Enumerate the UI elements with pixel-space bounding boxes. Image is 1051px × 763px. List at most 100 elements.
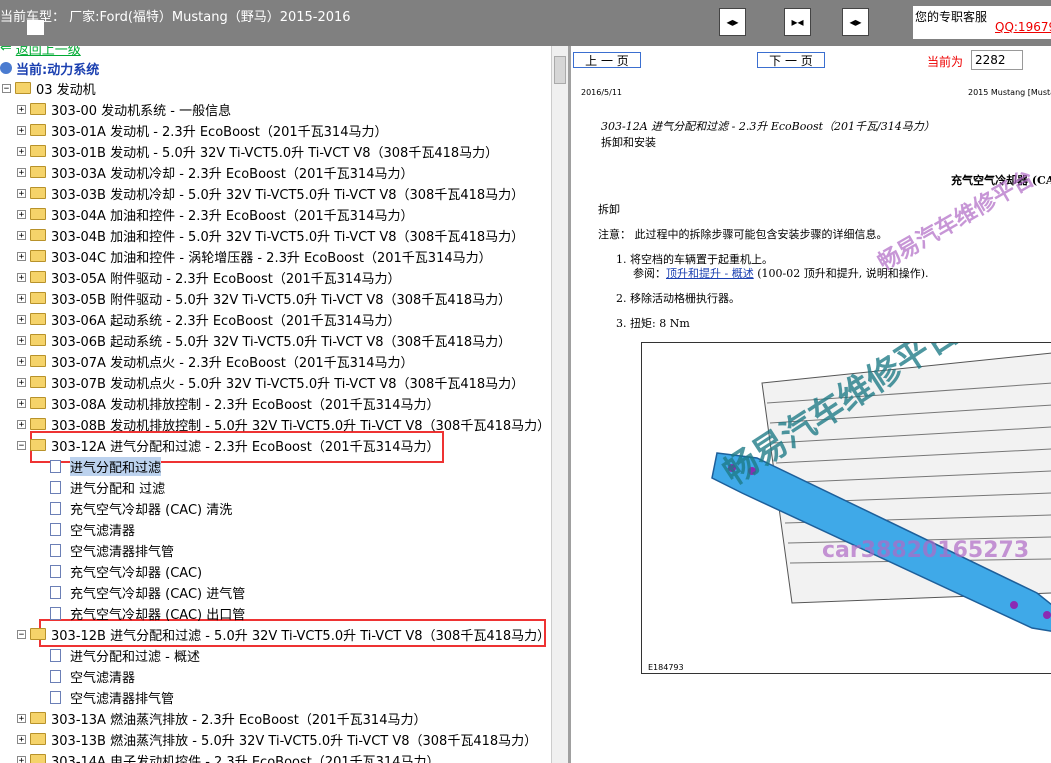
expand-toggle-icon[interactable]: + [17, 314, 26, 324]
expand-button[interactable]: ◂▸ [842, 8, 869, 36]
back-row[interactable]: ⇐ 返回上一级 [0, 46, 81, 58]
collapse-toggle-icon[interactable]: − [17, 440, 26, 450]
current-system-label: 当前:动力系统 [16, 62, 100, 78]
expand-toggle-icon[interactable]: + [17, 272, 26, 282]
folder-open-icon [30, 439, 46, 451]
folder-icon [30, 229, 46, 241]
document-icon [50, 501, 61, 515]
tree-leaf-item[interactable]: 空气滤清器 [50, 666, 135, 686]
expand-toggle-icon[interactable]: + [17, 335, 26, 345]
tree-leaf-item[interactable]: 充气空气冷却器 (CAC) 清洗 [50, 498, 232, 518]
expand-toggle-icon[interactable]: + [17, 125, 26, 135]
expand-toggle-icon[interactable]: + [17, 713, 26, 723]
watermark-sub: car38820165273 [822, 538, 1030, 563]
folder-icon [30, 313, 46, 325]
expand-toggle-icon[interactable]: + [17, 398, 26, 408]
step-1-reference-suffix: (100-02 顶升和提升, 说明和操作). [753, 267, 929, 280]
tree-item[interactable]: +303-01A 发动机 - 2.3升 EcoBoost（201千瓦314马力） [17, 120, 387, 140]
customer-service-box: 您的专职客服 QQ:19679 [913, 6, 1051, 39]
prev-page-button[interactable]: 上 一 页 [573, 52, 641, 68]
expand-toggle-icon[interactable]: + [17, 755, 26, 763]
scrollbar-thumb[interactable] [554, 56, 566, 84]
page-number-input[interactable] [971, 50, 1023, 70]
tree-leaf-label: 进气分配和 过滤 [70, 481, 166, 497]
section-title: 303-12A 进气分配和过滤 - 2.3升 EcoBoost（201千瓦/31… [601, 120, 935, 133]
expand-toggle-icon[interactable]: + [17, 251, 26, 261]
tree-item[interactable]: +303-04B 加油和控件 - 5.0升 32V Ti-VCT5.0升 Ti-… [17, 225, 524, 245]
tree-item[interactable]: +303-00 发动机系统 - 一般信息 [17, 99, 231, 119]
tree-scrollbar[interactable] [551, 46, 569, 763]
expand-toggle-icon[interactable]: + [17, 734, 26, 744]
expand-toggle-icon[interactable]: + [17, 167, 26, 177]
document-icon [50, 459, 61, 473]
tree-item[interactable]: +303-14A 电子发动机控件 - 2.3升 EcoBoost（201千瓦31… [17, 750, 439, 763]
expand-toggle-icon[interactable]: + [17, 146, 26, 156]
tree-item[interactable]: +303-13A 燃油蒸汽排放 - 2.3升 EcoBoost（201千瓦314… [17, 708, 426, 728]
tree-item[interactable]: − 303-12A 进气分配和过滤 - 2.3升 EcoBoost（201千瓦31… [17, 435, 439, 455]
back-link[interactable]: 返回上一级 [16, 46, 81, 58]
tree-item[interactable]: +303-08A 发动机排放控制 - 2.3升 EcoBoost（201千瓦31… [17, 393, 439, 413]
tree-item[interactable]: +303-03B 发动机冷却 - 5.0升 32V Ti-VCT5.0升 Ti-… [17, 183, 524, 203]
tree-item[interactable]: +303-06B 起动系统 - 5.0升 32V Ti-VCT5.0升 Ti-V… [17, 330, 511, 350]
tree-item-label: 303-04B 加油和控件 - 5.0升 32V Ti-VCT5.0升 Ti-V… [51, 229, 525, 245]
step-1-reference-prefix: 参阅： [633, 267, 666, 280]
tree-item[interactable]: +303-07A 发动机点火 - 2.3升 EcoBoost（201千瓦314马… [17, 351, 413, 371]
tree-item-label: 303-01A 发动机 - 2.3升 EcoBoost（201千瓦314马力） [51, 124, 388, 140]
tree-item[interactable]: +303-08B 发动机排放控制 - 5.0升 32V Ti-VCT5.0升 T… [17, 414, 550, 434]
folder-icon [30, 355, 46, 367]
folder-icon [30, 397, 46, 409]
expand-toggle-icon[interactable]: + [17, 356, 26, 366]
tree-leaf-item[interactable]: 充气空气冷却器 (CAC) 出口管 [50, 603, 245, 623]
tree-leaf-item[interactable]: 充气空气冷却器 (CAC) 进气管 [50, 582, 245, 602]
collapse-button[interactable]: ▸◂ [784, 8, 811, 36]
expand-toggle-icon[interactable]: + [17, 419, 26, 429]
step-1-reference-link[interactable]: 顶升和提升 - 概述 [666, 267, 754, 280]
tree-item-label: 303-00 发动机系统 - 一般信息 [51, 103, 232, 119]
tree-item-12b[interactable]: − 303-12B 进气分配和过滤 - 5.0升 32V Ti-VCT5.0升 T… [17, 624, 550, 644]
expand-toggle-icon[interactable]: + [17, 230, 26, 240]
tree-leaf-label: 充气空气冷却器 (CAC) 进气管 [70, 586, 246, 602]
tree-item[interactable]: +303-05A 附件驱动 - 2.3升 EcoBoost（201千瓦314马力… [17, 267, 400, 287]
document-navbar: 上 一 页 下 一 页 当前为 [571, 46, 1051, 74]
tree-folder-label: 03 发动机 [36, 82, 96, 98]
tree-item[interactable]: +303-07B 发动机点火 - 5.0升 32V Ti-VCT5.0升 Ti-… [17, 372, 524, 392]
tree-leaf-item[interactable]: 空气滤清器排气管 [50, 687, 174, 707]
expand-toggle-icon[interactable]: + [17, 293, 26, 303]
tree-leaf-item[interactable]: 进气分配和过滤 [50, 456, 162, 476]
expand-toggle-icon[interactable]: + [17, 209, 26, 219]
qq-contact-link[interactable]: QQ:19679 [995, 20, 1051, 34]
expand-toggle-icon[interactable]: + [17, 188, 26, 198]
tree-item-label: 303-01B 发动机 - 5.0升 32V Ti-VCT5.0升 Ti-VCT… [51, 145, 499, 161]
folder-open-icon [30, 628, 46, 640]
folder-icon [30, 103, 46, 115]
tree-leaf-item[interactable]: 空气滤清器 [50, 519, 135, 539]
tree-item[interactable]: +303-03A 发动机冷却 - 2.3升 EcoBoost（201千瓦314马… [17, 162, 413, 182]
tree-leaf-item[interactable]: 进气分配和过滤 - 概述 [50, 645, 200, 665]
tree-item-label: 303-03A 发动机冷却 - 2.3升 EcoBoost（201千瓦314马力… [51, 166, 414, 182]
expand-toggle-icon[interactable]: + [17, 377, 26, 387]
collapse-toggle-icon[interactable]: − [17, 629, 26, 639]
expand-toggle-icon[interactable]: + [17, 104, 26, 114]
tree-item[interactable]: +303-05B 附件驱动 - 5.0升 32V Ti-VCT5.0升 Ti-V… [17, 288, 511, 308]
folder-icon [30, 376, 46, 388]
tree-item[interactable]: +303-04A 加油和控件 - 2.3升 EcoBoost（201千瓦314马… [17, 204, 413, 224]
tree-leaf-label: 空气滤清器 [70, 523, 136, 539]
tree-leaf-item[interactable]: 空气滤清器排气管 [50, 540, 174, 560]
tree-item-label: 303-13A 燃油蒸汽排放 - 2.3升 EcoBoost（201千瓦314马… [51, 712, 427, 728]
first-page-button[interactable]: ◂▸ [719, 8, 746, 36]
tree-item[interactable]: +303-13B 燃油蒸汽排放 - 5.0升 32V Ti-VCT5.0升 Ti… [17, 729, 537, 749]
tree-folder-engine[interactable]: − 03 发动机 [2, 78, 96, 98]
tree-leaf-item[interactable]: 进气分配和 过滤 [50, 477, 165, 497]
collapse-toggle-icon[interactable]: − [2, 83, 11, 93]
section-subtitle: 拆卸和安装 [601, 136, 656, 149]
tree-item[interactable]: +303-04C 加油和控件 - 涡轮增压器 - 2.3升 EcoBoost（2… [17, 246, 492, 266]
tree-item[interactable]: +303-01B 发动机 - 5.0升 32V Ti-VCT5.0升 Ti-VC… [17, 141, 498, 161]
folder-open-icon [15, 82, 31, 94]
removal-note: 注意： 此过程中的拆除步骤可能包含安装步骤的详细信息。 [598, 228, 888, 241]
tree-item[interactable]: +303-06A 起动系统 - 2.3升 EcoBoost（201千瓦314马力… [17, 309, 400, 329]
next-page-button[interactable]: 下 一 页 [757, 52, 825, 68]
folder-icon [30, 271, 46, 283]
top-toolbar: 当前车型： 厂家:Ford(福特）Mustang（野马）2015-2016 ◂▸… [0, 0, 1051, 46]
tree-leaf-item[interactable]: 充气空气冷却器 (CAC) [50, 561, 202, 581]
tree-item-label: 303-13B 燃油蒸汽排放 - 5.0升 32V Ti-VCT5.0升 Ti-… [51, 733, 538, 749]
